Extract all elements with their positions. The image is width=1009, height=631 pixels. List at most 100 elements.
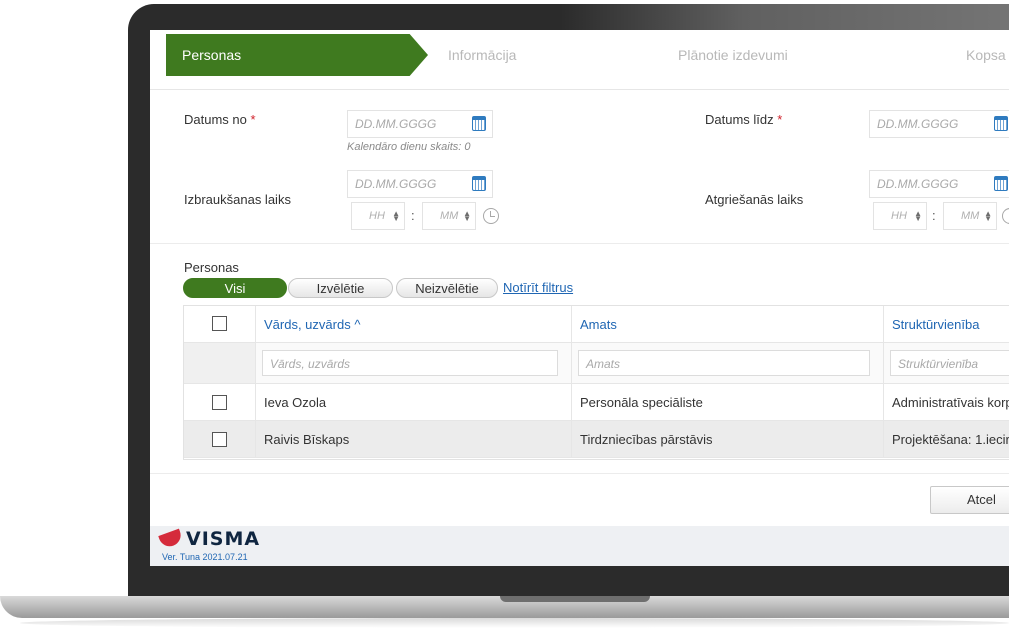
persons-section-label: Personas (184, 260, 239, 275)
hour-placeholder: HH (891, 210, 907, 222)
filter-selected-button[interactable]: Izvēlētie (288, 278, 393, 298)
step-planotie-izdevumi[interactable]: Plānotie izdevumi (678, 34, 788, 76)
step-label: Kopsa (966, 47, 1006, 63)
select-all-cell (184, 306, 256, 342)
visma-mark-icon (158, 528, 184, 550)
step-label: Informācija (448, 47, 517, 63)
name-filter-cell: Vārds, uzvārds (256, 343, 572, 383)
person-unit: Projektēšana: 1.iecirk (892, 432, 1009, 447)
return-date-placeholder: DD.MM.GGGG (877, 177, 959, 191)
row-checkbox[interactable] (212, 395, 227, 410)
calendar-days-hint: Kalendāro dienu skaits: 0 (347, 141, 471, 153)
calendar-icon[interactable] (472, 116, 486, 131)
calendar-icon[interactable] (472, 176, 486, 191)
step-personas[interactable]: Personas (166, 34, 428, 76)
select-all-checkbox[interactable] (212, 316, 227, 331)
unit-filter-cell: Struktūrvienība (884, 343, 1009, 383)
person-unit: Administratīvais korp (892, 395, 1009, 410)
column-header-label: Amats (580, 317, 617, 332)
return-hour-input[interactable]: HH ▲ ▼ (873, 202, 927, 230)
return-date-input[interactable]: DD.MM.GGGG (869, 170, 1009, 198)
step-label: Plānotie izdevumi (678, 47, 788, 63)
wizard-steps: Personas Informācija Plānotie izdevumi K… (150, 30, 1009, 90)
column-header-position[interactable]: Amats (572, 306, 884, 342)
calendar-icon[interactable] (994, 116, 1008, 131)
date-from-placeholder: DD.MM.GGGG (355, 117, 437, 131)
person-name: Raivis Bīskaps (264, 432, 350, 447)
column-header-unit[interactable]: Struktūrvienība (884, 306, 1009, 342)
clear-filters-link[interactable]: Notīrīt filtrus (503, 280, 573, 295)
position-cell: Personāla speciāliste (572, 384, 884, 420)
minute-spinner[interactable]: ▲ ▼ (463, 210, 471, 223)
filter-all-button[interactable]: Visi (183, 278, 287, 298)
minute-spinner[interactable]: ▲ ▼ (984, 210, 992, 223)
row-checkbox[interactable] (212, 432, 227, 447)
minute-placeholder: MM (440, 210, 459, 222)
departure-date-input[interactable]: DD.MM.GGGG (347, 170, 493, 198)
unit-filter-input[interactable]: Struktūrvienība (890, 350, 1009, 376)
hour-spinner[interactable]: ▲ ▼ (914, 210, 922, 223)
filter-row-spacer (184, 343, 256, 383)
departure-hour-input[interactable]: HH ▲ ▼ (351, 202, 405, 230)
hour-placeholder: HH (369, 210, 385, 222)
date-to-input[interactable]: DD.MM.GGGG (869, 110, 1009, 138)
hour-spinner[interactable]: ▲ ▼ (392, 210, 400, 223)
return-minute-input[interactable]: MM ▲ ▼ (943, 202, 997, 230)
step-label: Personas (182, 47, 242, 63)
minute-placeholder: MM (961, 210, 980, 222)
table-header-row: Vārds, uzvārds ^ Amats Struktūrvienība (184, 306, 1009, 343)
persons-table: Vārds, uzvārds ^ Amats Struktūrvienība V… (183, 305, 1009, 460)
position-filter-cell: Amats (572, 343, 884, 383)
laptop-shadow (20, 618, 1009, 628)
name-filter-input[interactable]: Vārds, uzvārds (262, 350, 558, 376)
required-mark: * (777, 112, 783, 127)
screen: Personas Informācija Plānotie izdevumi K… (150, 30, 1009, 566)
name-cell: Ieva Ozola (256, 384, 572, 420)
row-select-cell (184, 384, 256, 420)
date-to-label: Datums līdz * (705, 112, 782, 127)
column-header-label: Vārds, uzvārds ^ (264, 317, 361, 332)
departure-date-placeholder: DD.MM.GGGG (355, 177, 437, 191)
step-informacija[interactable]: Informācija (448, 34, 516, 76)
step-kopsavilkums[interactable]: Kopsa (966, 34, 1006, 76)
cancel-button[interactable]: Atcel (930, 486, 1009, 514)
date-to-placeholder: DD.MM.GGGG (877, 117, 959, 131)
laptop-hinge (500, 596, 650, 602)
column-header-name[interactable]: Vārds, uzvārds ^ (256, 306, 572, 342)
table-row[interactable]: Raivis Bīskaps Tirdzniecības pārstāvis P… (184, 421, 1009, 458)
footer-divider (150, 473, 1009, 474)
brand-name: VISMA (186, 528, 261, 550)
name-cell: Raivis Bīskaps (256, 421, 572, 457)
brand-footer: VISMA Ver. Tuna 2021.07.21 (150, 526, 1009, 566)
version-link[interactable]: Ver. Tuna 2021.07.21 (162, 552, 248, 562)
calendar-icon[interactable] (994, 176, 1008, 191)
date-from-label-text: Datums no (184, 112, 247, 127)
laptop-frame: Personas Informācija Plānotie izdevumi K… (0, 0, 1009, 631)
table-row[interactable]: Ieva Ozola Personāla speciāliste Adminis… (184, 384, 1009, 421)
clock-icon[interactable] (1002, 208, 1009, 224)
position-cell: Tirdzniecības pārstāvis (572, 421, 884, 457)
date-to-label-text: Datums līdz (705, 112, 774, 127)
row-select-cell (184, 421, 256, 457)
person-position: Personāla speciāliste (580, 395, 703, 410)
trip-date-form: Datums no * DD.MM.GGGG Kalendāro dienu s… (150, 94, 1009, 244)
date-from-input[interactable]: DD.MM.GGGG (347, 110, 493, 138)
clock-icon[interactable] (483, 208, 499, 224)
return-label: Atgriešanās laiks (705, 192, 804, 207)
table-filter-row: Vārds, uzvārds Amats Struktūrvienība (184, 343, 1009, 384)
filter-unselected-button[interactable]: Neizvēlētie (396, 278, 498, 298)
column-header-label: Struktūrvienība (892, 317, 980, 332)
unit-cell: Projektēšana: 1.iecirk (884, 421, 1009, 457)
unit-cell: Administratīvais korp (884, 384, 1009, 420)
required-mark: * (250, 112, 256, 127)
departure-label: Izbraukšanas laiks (184, 192, 291, 207)
visma-logo: VISMA (158, 528, 261, 550)
date-from-label: Datums no * (184, 112, 256, 127)
time-separator: : (411, 208, 415, 223)
departure-minute-input[interactable]: MM ▲ ▼ (422, 202, 476, 230)
position-filter-input[interactable]: Amats (578, 350, 870, 376)
app-window: Personas Informācija Plānotie izdevumi K… (150, 30, 1009, 526)
person-position: Tirdzniecības pārstāvis (580, 432, 713, 447)
person-name: Ieva Ozola (264, 395, 327, 410)
bezel-highlight (560, 4, 1009, 30)
